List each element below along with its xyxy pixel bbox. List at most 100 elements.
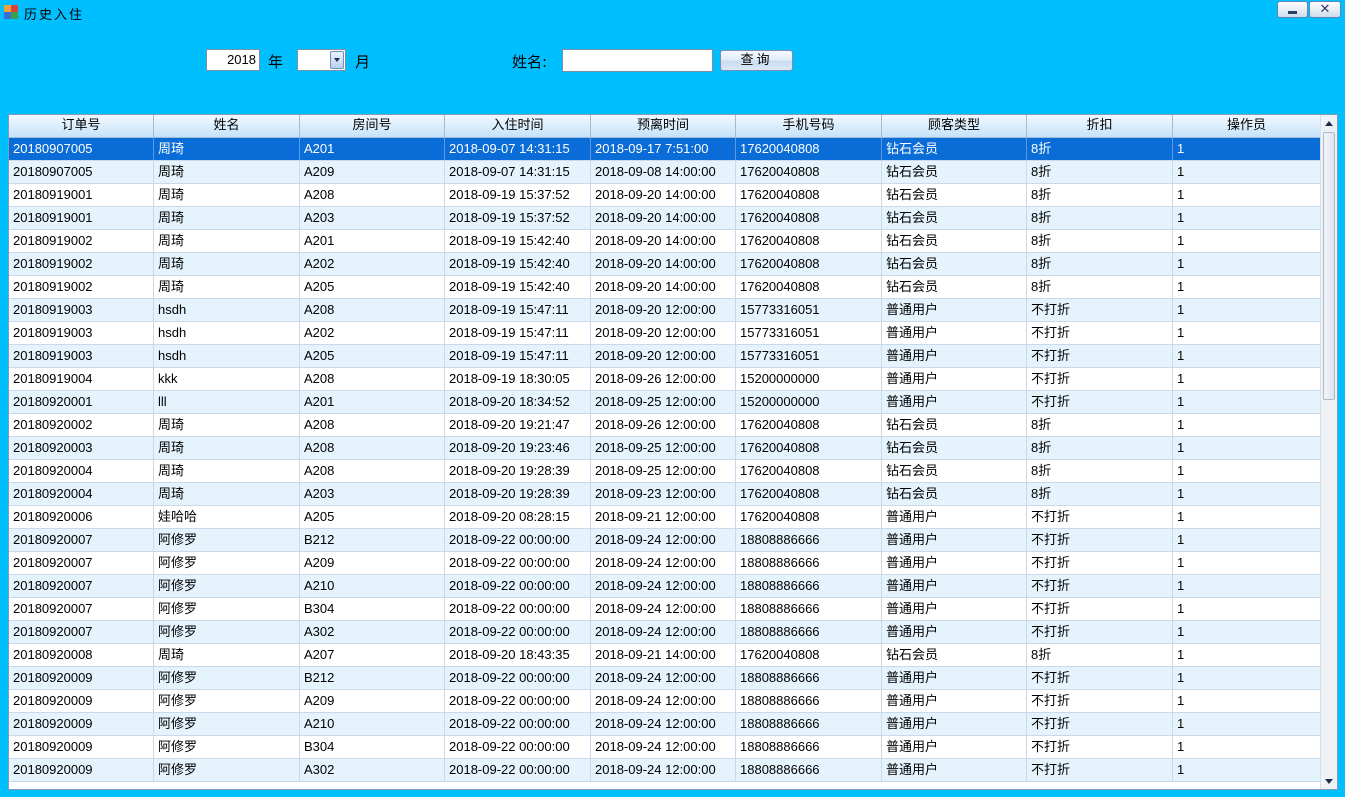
column-header[interactable]: 入住时间 — [445, 115, 591, 137]
table-cell[interactable]: 普通用户 — [882, 690, 1027, 712]
table-cell[interactable]: 不打折 — [1027, 713, 1173, 735]
table-cell[interactable]: 15773316051 — [736, 345, 882, 367]
table-cell[interactable]: 20180920007 — [9, 575, 154, 597]
table-cell[interactable]: 普通用户 — [882, 713, 1027, 735]
table-cell[interactable]: 20180920009 — [9, 690, 154, 712]
table-row[interactable]: 20180919001 周琦 A203 2018-09-19 15:37:52 2018… — [9, 207, 1321, 230]
table-row[interactable]: 20180920009 阿修罗 B304 2018-09-22 00:00:00 201… — [9, 736, 1321, 759]
scrollbar-thumb[interactable] — [1323, 132, 1335, 400]
table-cell[interactable]: 15200000000 — [736, 391, 882, 413]
table-cell[interactable]: 1 — [1173, 460, 1321, 482]
table-cell[interactable]: 2018-09-22 00:00:00 — [445, 667, 591, 689]
table-cell[interactable]: 2018-09-07 14:31:15 — [445, 138, 591, 160]
table-cell[interactable]: 17620040808 — [736, 138, 882, 160]
table-cell[interactable]: 阿修罗 — [154, 575, 300, 597]
table-cell[interactable]: 17620040808 — [736, 161, 882, 183]
table-cell[interactable]: 阿修罗 — [154, 690, 300, 712]
table-cell[interactable]: 17620040808 — [736, 460, 882, 482]
table-cell[interactable]: 钻石会员 — [882, 230, 1027, 252]
table-cell[interactable]: 阿修罗 — [154, 759, 300, 781]
table-cell[interactable]: 20180920007 — [9, 598, 154, 620]
table-cell[interactable]: 2018-09-20 19:28:39 — [445, 460, 591, 482]
table-cell[interactable]: 17620040808 — [736, 207, 882, 229]
table-cell[interactable]: 普通用户 — [882, 598, 1027, 620]
table-cell[interactable]: 18808886666 — [736, 529, 882, 551]
table-cell[interactable]: 1 — [1173, 138, 1321, 160]
table-cell[interactable]: 钻石会员 — [882, 276, 1027, 298]
table-cell[interactable]: 18808886666 — [736, 552, 882, 574]
table-cell[interactable]: 周琦 — [154, 161, 300, 183]
table-cell[interactable]: 2018-09-24 12:00:00 — [591, 621, 736, 643]
table-cell[interactable]: 17620040808 — [736, 253, 882, 275]
table-row[interactable]: 20180907005 周琦 A209 2018-09-07 14:31:15 2018… — [9, 161, 1321, 184]
table-cell[interactable]: 阿修罗 — [154, 529, 300, 551]
table-row[interactable]: 20180920007 阿修罗 A302 2018-09-22 00:00:00 201… — [9, 621, 1321, 644]
table-cell[interactable]: 阿修罗 — [154, 621, 300, 643]
table-cell[interactable]: 1 — [1173, 483, 1321, 505]
table-cell[interactable]: 1 — [1173, 345, 1321, 367]
table-cell[interactable]: 不打折 — [1027, 322, 1173, 344]
table-cell[interactable]: 18808886666 — [736, 621, 882, 643]
table-cell[interactable]: 2018-09-19 15:42:40 — [445, 253, 591, 275]
table-cell[interactable]: 普通用户 — [882, 736, 1027, 758]
table-cell[interactable]: 钻石会员 — [882, 483, 1027, 505]
table-cell[interactable]: 1 — [1173, 713, 1321, 735]
table-cell[interactable]: 普通用户 — [882, 368, 1027, 390]
table-cell[interactable]: A203 — [300, 207, 445, 229]
table-cell[interactable]: 2018-09-19 15:47:11 — [445, 345, 591, 367]
table-cell[interactable]: 2018-09-19 15:47:11 — [445, 322, 591, 344]
table-cell[interactable]: 1 — [1173, 621, 1321, 643]
table-cell[interactable]: B212 — [300, 529, 445, 551]
table-cell[interactable]: A208 — [300, 299, 445, 321]
table-cell[interactable]: 1 — [1173, 506, 1321, 528]
table-row[interactable]: 20180919001 周琦 A208 2018-09-19 15:37:52 2018… — [9, 184, 1321, 207]
table-cell[interactable]: 2018-09-24 12:00:00 — [591, 529, 736, 551]
table-cell[interactable]: 18808886666 — [736, 575, 882, 597]
table-row[interactable]: 20180920004 周琦 A208 2018-09-20 19:28:39 2018… — [9, 460, 1321, 483]
table-cell[interactable]: 20180919001 — [9, 207, 154, 229]
table-cell[interactable]: 8折 — [1027, 414, 1173, 436]
table-cell[interactable]: 2018-09-20 14:00:00 — [591, 184, 736, 206]
table-cell[interactable]: B212 — [300, 667, 445, 689]
table-row[interactable]: 20180920004 周琦 A203 2018-09-20 19:28:39 2018… — [9, 483, 1321, 506]
table-cell[interactable]: 1 — [1173, 414, 1321, 436]
table-cell[interactable]: 1 — [1173, 690, 1321, 712]
table-cell[interactable]: lll — [154, 391, 300, 413]
table-cell[interactable]: 1 — [1173, 552, 1321, 574]
table-cell[interactable]: 18808886666 — [736, 598, 882, 620]
table-cell[interactable]: 1 — [1173, 736, 1321, 758]
table-cell[interactable]: 1 — [1173, 391, 1321, 413]
table-cell[interactable]: A203 — [300, 483, 445, 505]
table-cell[interactable]: 20180920007 — [9, 529, 154, 551]
table-cell[interactable]: 20180919003 — [9, 345, 154, 367]
table-cell[interactable]: 钻石会员 — [882, 414, 1027, 436]
table-cell[interactable]: 2018-09-24 12:00:00 — [591, 736, 736, 758]
name-input[interactable] — [562, 49, 713, 72]
table-cell[interactable]: 普通用户 — [882, 299, 1027, 321]
table-cell[interactable]: 阿修罗 — [154, 667, 300, 689]
table-cell[interactable]: 18808886666 — [736, 713, 882, 735]
table-cell[interactable]: 20180907005 — [9, 138, 154, 160]
query-button[interactable]: 查询 — [720, 50, 793, 71]
table-cell[interactable]: 20180920006 — [9, 506, 154, 528]
table-cell[interactable]: A207 — [300, 644, 445, 666]
column-header[interactable]: 手机号码 — [736, 115, 882, 137]
table-row[interactable]: 20180920009 阿修罗 A302 2018-09-22 00:00:00 201… — [9, 759, 1321, 782]
column-header[interactable]: 顾客类型 — [882, 115, 1027, 137]
column-header[interactable]: 姓名 — [154, 115, 300, 137]
table-cell[interactable]: 2018-09-20 14:00:00 — [591, 230, 736, 252]
table-cell[interactable]: 2018-09-19 18:30:05 — [445, 368, 591, 390]
table-cell[interactable]: 20180920004 — [9, 460, 154, 482]
table-row[interactable]: 20180919003 hsdh A208 2018-09-19 15:47:11 20… — [9, 299, 1321, 322]
table-cell[interactable]: 20180919003 — [9, 299, 154, 321]
table-cell[interactable]: 普通用户 — [882, 529, 1027, 551]
table-cell[interactable]: A201 — [300, 138, 445, 160]
table-cell[interactable]: 17620040808 — [736, 276, 882, 298]
table-cell[interactable]: 2018-09-20 14:00:00 — [591, 276, 736, 298]
column-header[interactable]: 预离时间 — [591, 115, 736, 137]
table-row[interactable]: 20180920007 阿修罗 A210 2018-09-22 00:00:00 201… — [9, 575, 1321, 598]
table-cell[interactable]: 2018-09-24 12:00:00 — [591, 552, 736, 574]
table-cell[interactable]: 2018-09-25 12:00:00 — [591, 391, 736, 413]
table-cell[interactable]: 8折 — [1027, 276, 1173, 298]
table-cell[interactable]: 2018-09-26 12:00:00 — [591, 414, 736, 436]
